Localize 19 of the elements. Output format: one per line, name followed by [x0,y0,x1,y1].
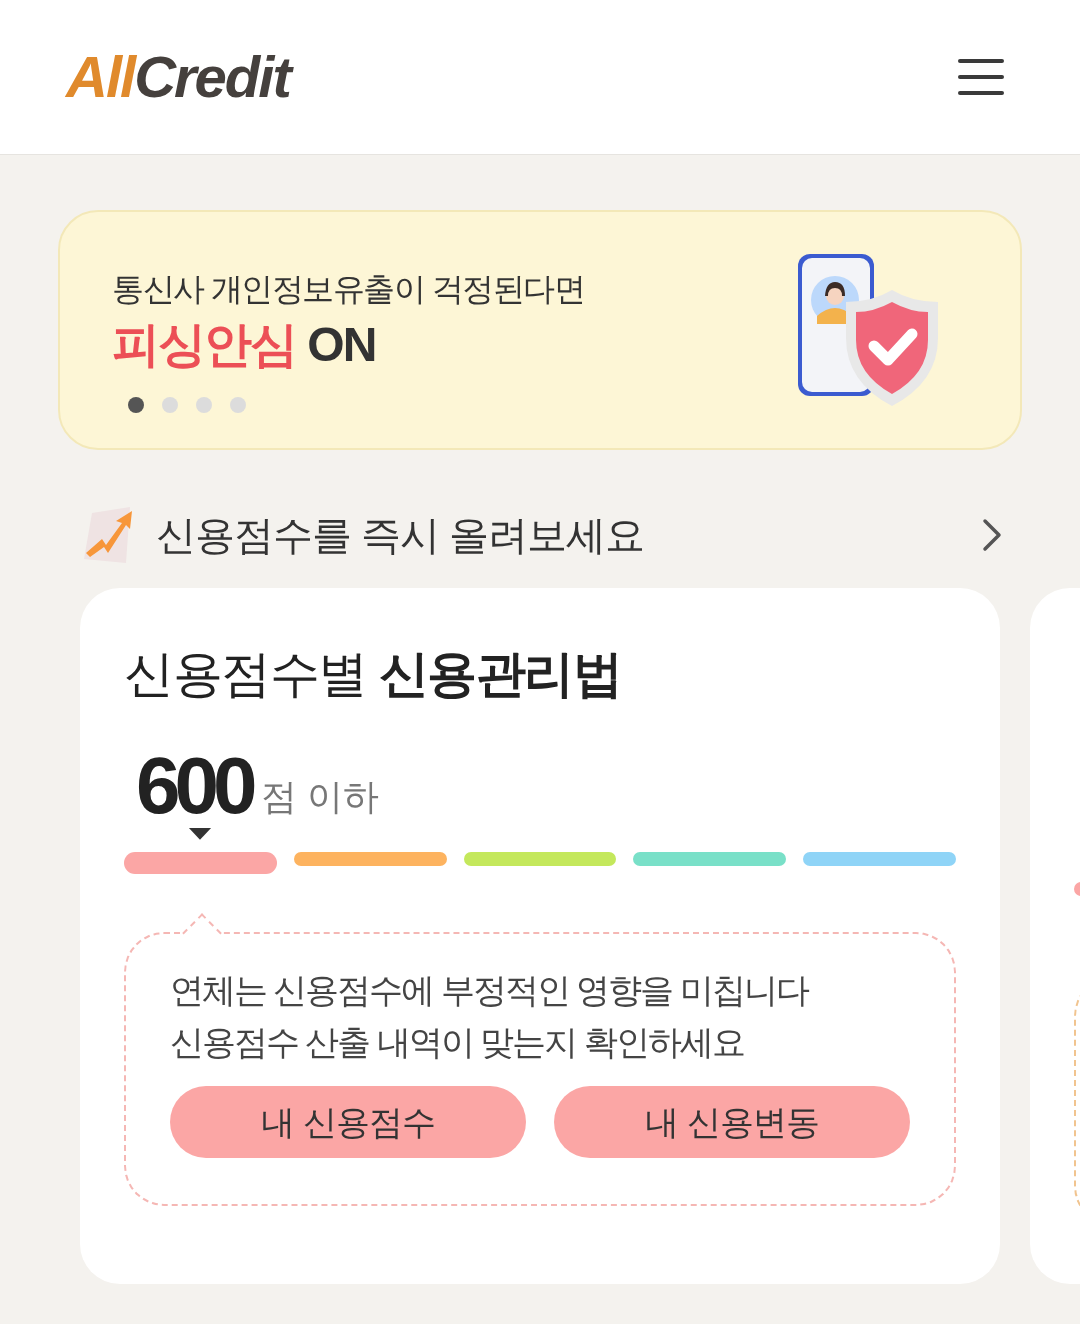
score-value: 600 [136,746,252,826]
promo-link-row[interactable]: 신용점수를 즉시 올려보세요 [0,502,1080,568]
promo-link-text: 신용점수를 즉시 올려보세요 [156,512,646,559]
credit-action-button[interactable]: 내 신용점수 [170,1086,526,1158]
score-level-bar[interactable] [633,852,787,866]
menu-icon[interactable] [958,57,1004,97]
credit-action-button[interactable]: 내 신용변동 [554,1086,910,1158]
score-level-bar[interactable] [293,852,447,866]
notice-text: 신용점수 산출 내역이 맞는지 확인하세요 [170,1022,745,1063]
score-level-bar[interactable] [124,851,277,874]
chevron-right-icon [982,518,1002,552]
notice-text: 연체는 신용점수에 부정적인 영향을 미칩니다 [170,970,810,1011]
banner-title: 피싱안심 ON [112,317,377,373]
banner-subtitle: 통신사 개인정보유출이 걱정된다면 [112,270,585,309]
score-level-bar[interactable] [463,852,617,866]
promo-banner[interactable]: 통신사 개인정보유출이 걱정된다면 피싱안심 ON [58,210,1022,450]
card-title: 신용점수별 신용관리법 [124,645,623,704]
score-unit: 점 이하 [261,775,380,819]
score-level-bar[interactable] [803,852,956,866]
